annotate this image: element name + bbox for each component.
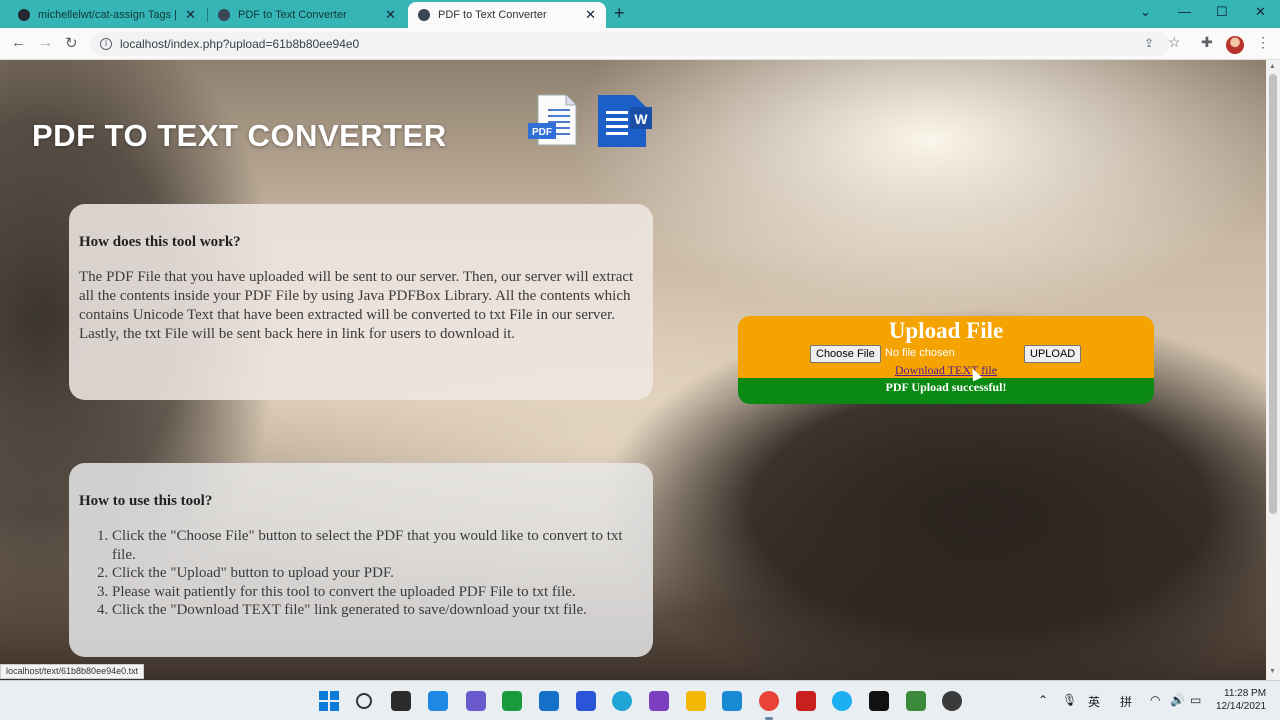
site-info-icon[interactable]: i [100,38,112,50]
step-item: Click the "Download TEXT file" link gene… [112,601,643,620]
notepad-icon[interactable] [906,691,926,711]
tab-title: PDF to Text Converter [438,9,547,21]
tray-chevron-icon[interactable]: ⌃ [1038,693,1048,707]
steps-list: Click the "Choose File" button to select… [79,527,643,620]
page-scrollbar[interactable]: ▲ ▼ [1266,60,1280,680]
link-status-bar: localhost/text/61b8b80ee94e0.txt [0,664,145,679]
tab-title: PDF to Text Converter [238,9,347,21]
svg-text:PDF: PDF [532,127,552,138]
minimize-icon[interactable]: — [1178,4,1191,19]
clock-time: 11:28 PM [1224,688,1267,699]
globe-icon [218,9,230,21]
volume-icon[interactable]: 🔊 [1170,693,1185,707]
system-clock[interactable]: 11:28 PM 12/14/2021 [1216,687,1266,713]
tab-title: michellelwt/cat-assign Tags | Doc [38,9,179,21]
how-it-works-card: How does this tool work? The PDF File th… [69,204,653,400]
choose-file-button[interactable]: Choose File [810,345,881,363]
how-to-use-heading: How to use this tool? [79,493,213,509]
maximize-icon[interactable]: ☐ [1216,4,1228,20]
app-icon[interactable] [576,691,596,711]
globe-icon [418,9,430,21]
menu-icon[interactable]: ⋮ [1256,34,1270,51]
forward-icon[interactable]: → [38,34,53,51]
back-icon[interactable]: ← [11,34,26,51]
messenger-icon[interactable] [832,691,852,711]
start-icon[interactable] [319,691,339,711]
windows-taskbar: ⌃ 🎙 英 拼 ◠ 🔊 ▭ 11:28 PM 12/14/2021 [0,680,1280,720]
how-it-works-body: The PDF File that you have uploaded will… [79,269,634,342]
task-view-icon[interactable] [391,691,411,711]
profile-avatar[interactable] [1226,36,1244,54]
how-to-use-card: How to use this tool? Click the "Choose … [69,463,653,657]
page-viewport: PDF TO TEXT CONVERTER PDF W How does thi… [0,60,1266,680]
download-text-link[interactable]: Download TEXT file [738,363,1154,378]
file-status-text: No file chosen [885,347,955,359]
ime-language[interactable]: 英 [1088,693,1100,710]
step-item: Click the "Choose File" button to select… [112,527,643,564]
tab-pdf-converter-1[interactable]: PDF to Text Converter ✕ [208,2,406,28]
new-tab-icon[interactable]: + [614,3,625,24]
battery-icon[interactable]: ▭ [1190,693,1201,707]
teams-chat-icon[interactable] [466,691,486,711]
close-window-icon[interactable]: ✕ [1255,4,1266,20]
toolbar: ← → ↻ i localhost/index.php?upload=61b8b… [0,28,1280,60]
upload-title: Upload File [888,318,1004,343]
file-explorer-icon[interactable] [686,691,706,711]
mail-icon[interactable] [539,691,559,711]
edge-icon[interactable] [612,691,632,711]
upload-panel: Upload File Choose File No file chosen U… [738,316,1154,404]
page-title: PDF TO TEXT CONVERTER [32,118,447,153]
reload-icon[interactable]: ↻ [65,34,78,52]
xbox-icon[interactable] [502,691,522,711]
widgets-icon[interactable] [428,691,448,711]
tab-search-icon[interactable]: ⌄ [1140,4,1151,20]
github-icon [18,9,30,21]
share-icon[interactable]: ⇪ [1144,36,1154,50]
search-icon[interactable] [356,693,372,709]
close-tab-icon[interactable]: ✕ [385,7,396,23]
pdf-document-icon: PDF [528,94,577,146]
obs-icon[interactable] [942,691,962,711]
tab-pdf-converter-2[interactable]: PDF to Text Converter ✕ [408,2,606,28]
ime-mode[interactable]: 拼 [1120,693,1132,710]
acrobat-icon[interactable] [796,691,816,711]
tab-strip: michellelwt/cat-assign Tags | Doc ✕ PDF … [0,0,1280,28]
visual-studio-icon[interactable] [649,691,669,711]
upload-success-message: PDF Upload successful! [885,380,1007,394]
tab-github[interactable]: michellelwt/cat-assign Tags | Doc ✕ [8,2,206,28]
close-tab-icon[interactable]: ✕ [185,7,196,23]
clock-date: 12/14/2021 [1216,701,1267,712]
word-document-icon: W [598,95,652,147]
upload-button[interactable]: UPLOAD [1024,345,1082,363]
microphone-icon[interactable]: 🎙 [1062,693,1077,707]
scroll-up-icon[interactable]: ▲ [1269,63,1276,70]
wifi-icon[interactable]: ◠ [1150,693,1160,707]
step-item: Click the "Upload" button to upload your… [112,564,643,583]
step-item: Please wait patiently for this tool to c… [112,583,643,602]
vscode-icon[interactable] [722,691,742,711]
chrome-icon[interactable] [759,691,779,711]
address-bar[interactable]: i localhost/index.php?upload=61b8b80ee94… [90,32,1170,56]
capcut-icon[interactable] [869,691,889,711]
url-text: localhost/index.php?upload=61b8b80ee94e0 [120,37,360,51]
svg-text:W: W [634,111,648,127]
scrollbar-thumb[interactable] [1269,74,1277,514]
how-it-works-heading: How does this tool work? [79,234,241,250]
extensions-icon[interactable]: ✚ [1201,34,1213,51]
bookmark-star-icon[interactable]: ☆ [1168,34,1181,51]
scroll-down-icon[interactable]: ▼ [1269,668,1276,675]
close-tab-icon[interactable]: ✕ [585,7,596,23]
